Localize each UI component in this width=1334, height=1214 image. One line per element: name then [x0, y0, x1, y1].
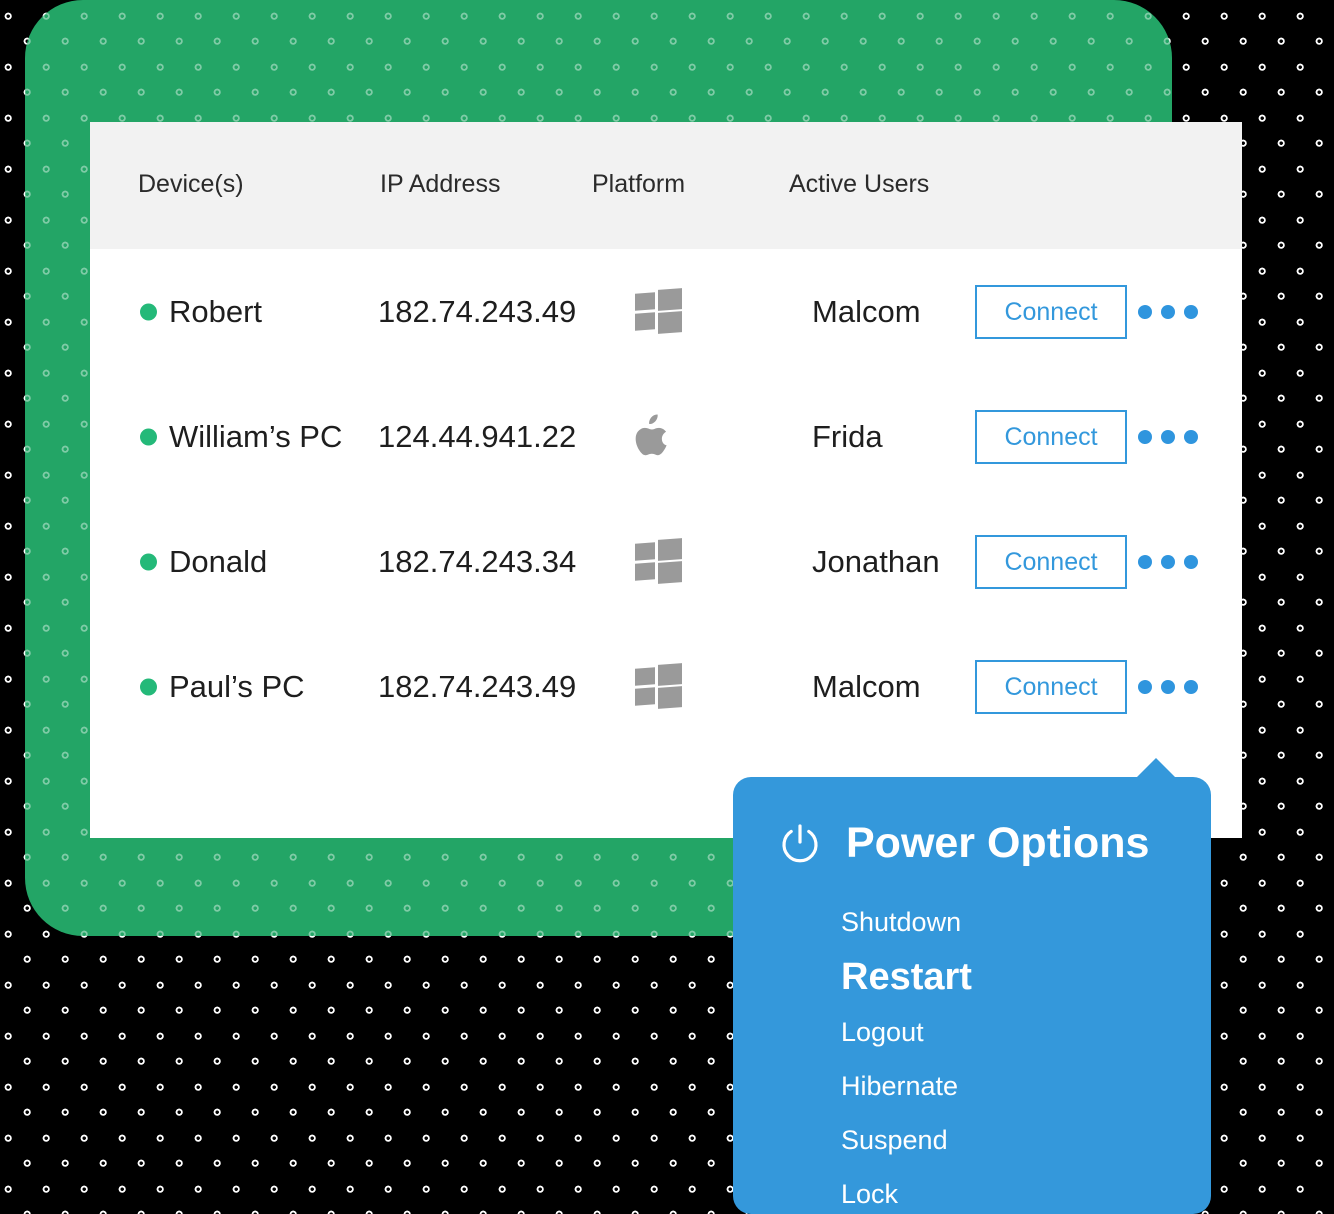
power-options-panel: Power Options Shutdown Restart Logout Hiber…	[733, 777, 1211, 1214]
connect-cell: Connect	[975, 409, 1127, 464]
device-table-header: Device(s) IP Address Platform Active Use…	[90, 122, 1242, 249]
power-options-list: Shutdown Restart Logout Hibernate Suspend Loc…	[841, 895, 1181, 1214]
power-option-restart[interactable]: Restart	[841, 949, 1181, 1005]
more-options-dot	[1184, 679, 1198, 694]
device-name: William’s PC	[169, 418, 343, 454]
more-options-dot	[1161, 304, 1175, 319]
platform-cell	[635, 413, 683, 461]
more-options-dot	[1138, 429, 1152, 444]
power-option-shutdown[interactable]: Shutdown	[841, 895, 1181, 949]
platform-cell	[635, 662, 683, 711]
device-ip-address: 182.74.243.34	[378, 543, 577, 579]
power-option-lock[interactable]: Lock	[841, 1167, 1181, 1214]
more-options-dot	[1161, 429, 1175, 444]
column-header-ip: IP Address	[380, 170, 501, 198]
device-ip-address: 182.74.243.49	[378, 293, 577, 329]
connect-cell: Connect	[975, 659, 1127, 714]
connect-cell: Connect	[975, 534, 1127, 589]
more-options-dot	[1184, 304, 1198, 319]
table-row: William’s PC 124.44.941.22 Frida Connect	[90, 374, 1242, 499]
apple-icon	[635, 413, 667, 455]
power-option-logout[interactable]: Logout	[841, 1005, 1181, 1059]
more-options-cell	[1138, 304, 1198, 319]
more-options-icon[interactable]	[1138, 429, 1198, 444]
active-user-name: Jonathan	[812, 543, 940, 579]
device-name: Donald	[169, 543, 268, 579]
more-options-icon[interactable]	[1138, 304, 1198, 319]
status-badge	[140, 428, 157, 445]
column-header-platform: Platform	[592, 170, 686, 198]
more-options-cell	[1138, 429, 1198, 444]
screenshot-root: Device(s) IP Address Platform Active Use…	[0, 0, 1334, 1214]
connect-button[interactable]: Connect	[975, 659, 1127, 714]
device-name: Robert	[169, 293, 263, 329]
more-options-dot	[1184, 554, 1198, 569]
column-header-device: Device(s)	[138, 170, 244, 198]
active-user-name: Malcom	[812, 293, 921, 329]
more-options-cell	[1138, 554, 1198, 569]
more-options-cell	[1138, 679, 1198, 694]
device-table-card: Device(s) IP Address Platform Active Use…	[90, 122, 1242, 838]
power-option-suspend[interactable]: Suspend	[841, 1113, 1181, 1167]
power-icon	[778, 822, 822, 866]
status-badge	[140, 303, 157, 320]
device-name: Paul’s PC	[169, 668, 305, 704]
more-options-dot	[1138, 679, 1152, 694]
status-badge	[140, 553, 157, 570]
column-header-active-users: Active Users	[789, 170, 930, 198]
device-table-body: Robert 182.74.243.49 Malcom Connect William’…	[90, 249, 1242, 749]
platform-cell	[635, 537, 683, 586]
more-options-dot	[1138, 554, 1152, 569]
table-row: Donald 182.74.243.34 Jonathan Connect	[90, 499, 1242, 624]
connect-button[interactable]: Connect	[975, 534, 1127, 589]
platform-cell	[635, 287, 683, 336]
table-row: Robert 182.74.243.49 Malcom Connect	[90, 249, 1242, 374]
more-options-dot	[1161, 679, 1175, 694]
device-ip-address: 124.44.941.22	[378, 418, 577, 454]
connect-cell: Connect	[975, 284, 1127, 339]
more-options-icon[interactable]	[1138, 679, 1198, 694]
active-user-name: Malcom	[812, 668, 921, 704]
power-options-title: Power Options	[846, 819, 1150, 867]
connect-button[interactable]: Connect	[975, 284, 1127, 339]
table-row: Paul’s PC 182.74.243.49 Malcom Connect	[90, 624, 1242, 749]
more-options-dot	[1184, 429, 1198, 444]
more-options-dot	[1161, 554, 1175, 569]
power-option-hibernate[interactable]: Hibernate	[841, 1059, 1181, 1113]
status-badge	[140, 678, 157, 695]
connect-button[interactable]: Connect	[975, 409, 1127, 464]
device-ip-address: 182.74.243.49	[378, 668, 577, 704]
more-options-dot	[1138, 304, 1152, 319]
active-user-name: Frida	[812, 418, 883, 454]
more-options-icon[interactable]	[1138, 554, 1198, 569]
power-options-header: Power Options	[778, 819, 1149, 868]
